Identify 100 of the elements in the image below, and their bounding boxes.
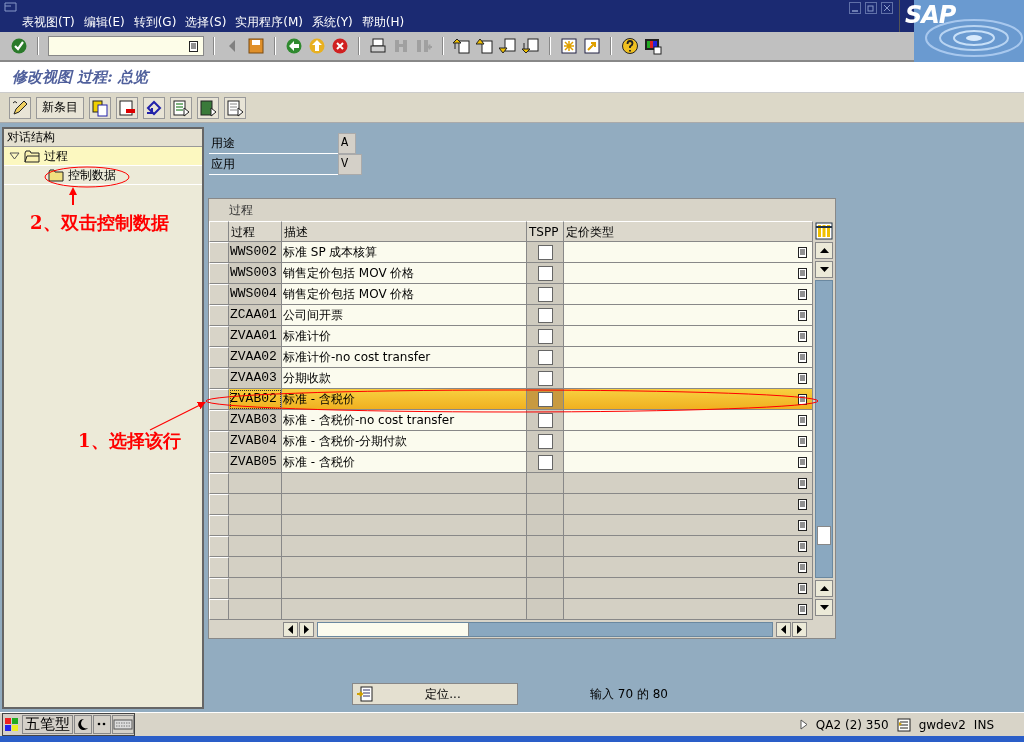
row-selector[interactable] [209,347,229,368]
row-selector[interactable] [209,263,229,284]
row-selector[interactable] [209,326,229,347]
value-help-icon[interactable] [798,519,807,531]
value-help-icon[interactable] [798,246,807,258]
menu-item[interactable]: 表视图(T) [20,14,82,30]
scroll-up-button[interactable] [815,242,833,259]
scroll-up-button[interactable] [815,580,833,597]
value-help-icon[interactable] [798,414,807,426]
select-all-button[interactable] [170,96,192,119]
select-all-cell[interactable] [209,221,229,242]
menu-item[interactable]: 转到(G) [131,14,184,30]
row-selector[interactable] [209,599,229,620]
value-help-icon[interactable] [798,561,807,573]
value-help-icon[interactable] [798,330,807,342]
checkbox[interactable] [537,433,553,449]
change-button[interactable] [9,96,31,119]
checkbox[interactable] [537,307,553,323]
table-row[interactable]: ZCAA01 公司间开票 [209,305,813,326]
value-help-icon[interactable] [798,498,807,510]
row-selector[interactable] [209,452,229,473]
value-help-icon[interactable] [798,456,807,468]
minimize-icon[interactable] [849,2,861,14]
table-row[interactable]: WWS003 销售定价包括 MOV 价格 [209,263,813,284]
value-help-icon[interactable] [798,351,807,363]
value-help-icon[interactable] [798,477,807,489]
value-help-icon[interactable] [798,288,807,300]
scroll-left-button[interactable] [283,621,298,637]
checkbox[interactable] [537,391,553,407]
next-page-icon[interactable] [499,37,517,55]
select-block-button[interactable] [197,96,219,119]
scroll-down-button[interactable] [815,261,833,278]
menu-item[interactable]: 实用程序(M) [233,14,311,30]
cancel-icon[interactable] [331,37,349,55]
position-button[interactable]: 定位... [352,683,518,705]
copy-button[interactable] [89,96,111,119]
menu-item[interactable]: 编辑(E) [81,14,132,30]
value-help-icon[interactable] [798,540,807,552]
layout-icon[interactable] [644,37,662,55]
table-settings-icon[interactable] [815,222,833,240]
checkbox[interactable] [537,370,553,386]
row-selector[interactable] [209,242,229,263]
row-selector[interactable] [209,557,229,578]
last-page-icon[interactable] [522,37,540,55]
value-help-icon[interactable] [798,309,807,321]
table-row[interactable]: ZVAA03 分期收款 [209,368,813,389]
input-method-name[interactable]: 五笔型 [22,715,73,734]
column-header[interactable]: 描述 [282,221,527,242]
value-help-icon[interactable] [798,267,807,279]
row-selector[interactable] [209,578,229,599]
row-selector[interactable] [209,305,229,326]
checkbox[interactable] [537,265,553,281]
restore-icon[interactable] [865,2,877,14]
close-icon[interactable] [881,2,893,14]
checkbox[interactable] [537,328,553,344]
first-page-icon[interactable] [453,37,471,55]
row-selector[interactable] [209,410,229,431]
save-icon[interactable] [247,37,265,55]
dropdown-icon[interactable] [189,40,198,52]
back-icon[interactable] [285,37,303,55]
table-row[interactable]: ZVAB04 标准 - 含税价-分期付款 [209,431,813,452]
row-selector[interactable] [209,536,229,557]
menu-item[interactable]: 系统(Y) [310,14,360,30]
enter-icon[interactable] [10,37,28,55]
new-window-icon[interactable] [560,37,578,55]
scroll-right-button[interactable] [299,621,314,637]
punctuation-icon[interactable] [93,715,111,734]
tree-node[interactable]: 过程 [4,147,202,166]
value-help-icon[interactable] [798,372,807,384]
row-selector[interactable] [209,515,229,536]
column-header[interactable]: 过程 [229,221,282,242]
row-selector[interactable] [209,284,229,305]
value-help-icon[interactable] [798,582,807,594]
new-entries-button[interactable]: 新条目 [36,96,84,119]
checkbox[interactable] [537,349,553,365]
column-header[interactable]: 定价类型 [564,221,813,242]
row-selector[interactable] [209,431,229,452]
row-selector[interactable] [209,368,229,389]
scroll-thumb[interactable] [318,622,469,636]
horizontal-scrollbar[interactable] [317,621,773,637]
scroll-right-button[interactable] [792,621,807,637]
deselect-button[interactable] [224,96,246,119]
table-row[interactable]: ZVAB05 标准 - 含税价 [209,452,813,473]
menu-item[interactable]: 选择(S) [183,14,234,30]
menu-item[interactable]: 帮助(H) [359,14,412,30]
scroll-thumb[interactable] [817,526,831,545]
vertical-scrollbar[interactable] [815,242,833,618]
tree-node[interactable]: 控制数据 [4,166,202,185]
shortcut-icon[interactable] [583,37,601,55]
command-field[interactable] [48,36,204,56]
table-row[interactable]: WWS004 销售定价包括 MOV 价格 [209,284,813,305]
checkbox[interactable] [537,244,553,260]
print-icon[interactable] [369,37,387,55]
table-row[interactable]: ZVAA02 标准计价-no cost transfer [209,347,813,368]
table-row[interactable]: WWS002 标准 SP 成本核算 [209,242,813,263]
table-row[interactable]: ZVAB02 标准 - 含税价 [209,389,813,410]
help-icon[interactable] [621,37,639,55]
value-help-icon[interactable] [798,393,807,405]
expand-icon[interactable] [9,152,20,160]
window-menu-icon[interactable] [4,2,17,12]
